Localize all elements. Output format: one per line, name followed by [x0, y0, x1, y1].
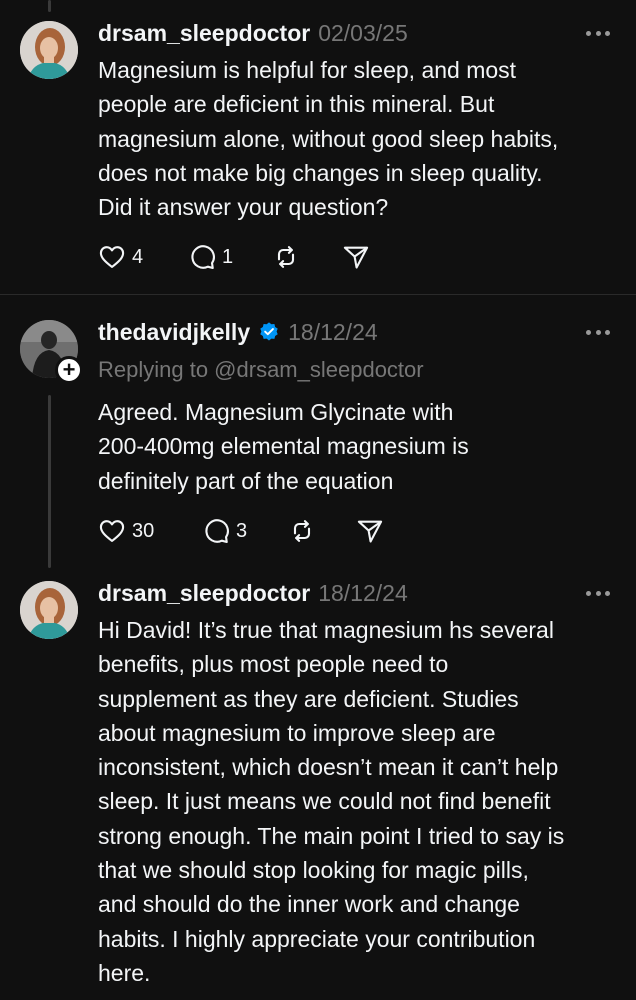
- thread-connector-top: [48, 0, 51, 12]
- avatar-drsam-image: [20, 21, 78, 79]
- more-options-icon[interactable]: [586, 589, 610, 597]
- timestamp: 02/03/25: [318, 19, 408, 46]
- reply-count: 1: [222, 245, 234, 268]
- more-options-icon[interactable]: [586, 29, 610, 37]
- like-count: 30: [132, 519, 155, 542]
- avatar-drsam-image: [20, 581, 78, 639]
- like-button[interactable]: 30: [98, 517, 202, 545]
- heart-icon: [99, 520, 125, 542]
- repost-button[interactable]: [288, 517, 356, 545]
- post-divider: [0, 294, 636, 295]
- comment-icon: [191, 245, 215, 270]
- reply-button[interactable]: 1: [188, 243, 272, 271]
- share-button[interactable]: [342, 243, 370, 271]
- heart-icon: [99, 246, 125, 268]
- follow-plus-icon[interactable]: +: [55, 356, 83, 384]
- thread-connector: [48, 395, 51, 568]
- like-count: 4: [132, 245, 144, 268]
- like-button[interactable]: 4: [98, 243, 188, 271]
- username[interactable]: drsam_sleepdoctor: [98, 20, 310, 47]
- comment-icon: [205, 519, 229, 544]
- timestamp: 18/12/24: [318, 579, 408, 606]
- repost-button[interactable]: [272, 243, 342, 271]
- repost-icon: [293, 520, 311, 542]
- share-button[interactable]: [356, 517, 384, 545]
- timestamp: 18/12/24: [288, 318, 378, 345]
- avatar[interactable]: [20, 581, 78, 639]
- repost-icon: [277, 246, 295, 268]
- replying-to-label[interactable]: Replying to @drsam_sleepdoctor: [98, 357, 424, 383]
- username[interactable]: drsam_sleepdoctor: [98, 580, 310, 607]
- reply-count: 3: [236, 519, 248, 542]
- verified-badge-icon: [260, 322, 278, 341]
- post-text: Hi David! It’s true that magnesium hs se…: [98, 617, 565, 986]
- post-text: Magnesium is helpful for sleep, and most…: [98, 57, 559, 221]
- send-icon: [343, 246, 369, 269]
- avatar[interactable]: [20, 21, 78, 79]
- more-options-icon[interactable]: [586, 328, 610, 336]
- send-icon: [357, 520, 383, 543]
- post-text: Agreed. Magnesium Glycinate with 200-400…: [98, 399, 469, 494]
- reply-button[interactable]: 3: [202, 517, 288, 545]
- username[interactable]: thedavidjkelly: [98, 319, 250, 346]
